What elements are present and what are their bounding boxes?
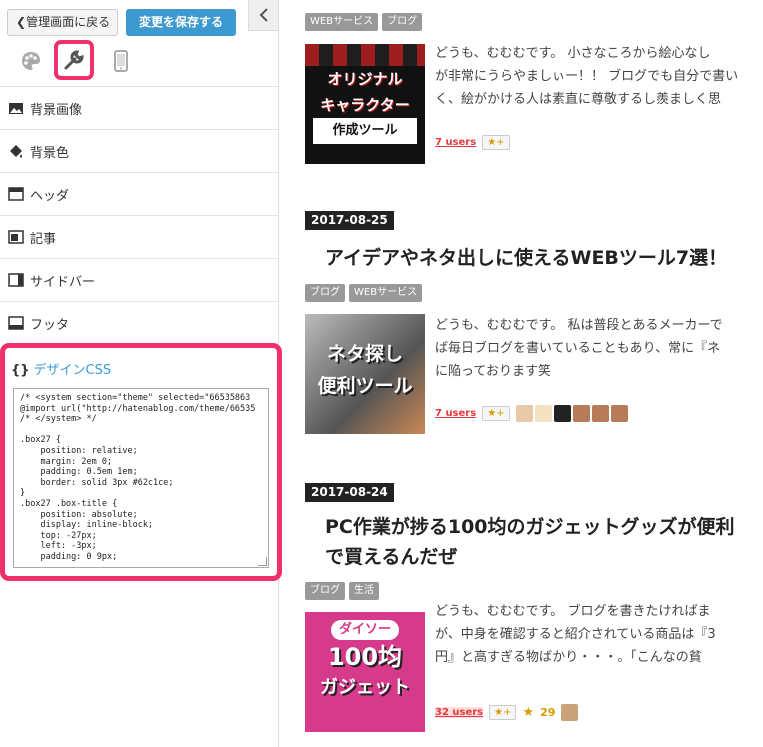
post-thumbnail[interactable]: ネタ探し 便利ツール [305,314,425,434]
section-label: ヘッダ [30,188,70,204]
chevron-left-icon [259,8,268,22]
thumb-text: キャラクター [320,96,410,114]
excerpt-line: が非常にうらやましぃー！！ ブログでも自分で書い [435,69,739,84]
add-star-button[interactable]: ★+ [482,135,510,150]
avatar[interactable] [553,405,571,422]
avatar[interactable] [561,704,579,721]
post-date: 2017-08-24 [305,483,394,502]
post-excerpt: どうも、むむむです。 ブログを書きたければま が、中身を確認すると紹介されている… [435,600,763,669]
tag-link[interactable]: ブログ [305,284,345,302]
section-label: サイドバー [30,274,96,290]
tag-link[interactable]: WEBサービス [305,13,379,31]
wrench-icon [64,50,84,70]
section-label: 背景画像 [30,102,83,118]
design-css-label: デザインCSS [33,363,112,378]
thumb-text: 便利ツール [317,375,413,397]
post-excerpt: どうも、むむむです。 私は普段とあるメーカーで ば毎日ブログを書いていることもあ… [435,314,763,383]
section-background-image[interactable]: 背景画像 [0,86,278,129]
paint-bucket-icon [10,145,22,158]
thumb-text: ガジェット [320,677,410,698]
star-count[interactable]: 29 [540,706,555,719]
thumb-text: ダイソー [330,620,399,640]
tag-link[interactable]: ブログ [382,13,423,31]
excerpt-line: どうも、むむむです。 小さなころから絵心なし [435,46,711,61]
section-background-color[interactable]: 背景色 [0,129,278,172]
star-avatars [515,405,628,422]
post-thumbnail[interactable]: ダイソー 100均 ガジェット [305,612,425,732]
post-tags: WEBサービス ブログ [305,13,423,31]
post-meta: 7 users ★+ [435,405,628,422]
smartphone-icon [114,50,128,72]
article-list: WEBサービス ブログ オリジナル キャラクター 作成ツール どうも、むむむです… [279,0,763,747]
back-label: 管理画面に戻る [26,15,111,29]
post-tags: ブログ 生活 [305,582,379,600]
avatar[interactable] [534,405,552,422]
css-editor-textarea[interactable]: /* <system section="theme" selected="665… [13,388,269,568]
braces-icon: {} [11,363,30,378]
star-icon: ★ [522,705,535,720]
header-layout-icon [8,187,24,201]
tag-link[interactable]: ブログ [305,582,345,600]
tag-link[interactable]: 生活 [349,582,379,600]
post-title[interactable]: アイデアやネタ出しに使えるWEBツール7選！ [325,243,727,273]
section-header[interactable]: ヘッダ [0,172,278,215]
tab-mobile[interactable] [104,44,138,78]
image-icon [9,103,23,114]
title-line: PC作業が捗る100均のガジェットグッズが便利 [325,516,735,538]
tag-link[interactable]: WEBサービス [349,284,423,302]
post-meta: 7 users ★+ [435,135,510,150]
excerpt-line: く、絵がかける人は素直に尊敬するし羨ましく思 [435,92,722,107]
thumb-text: オリジナル [327,70,403,88]
post-date: 2017-08-25 [305,211,394,230]
bookmark-users-link[interactable]: 7 users [435,408,476,419]
chevron-left-icon: ❮ [16,15,27,29]
post-title[interactable]: PC作業が捗る100均のガジェットグッズが便利 で買えるんだぜ [325,512,735,572]
excerpt-line: 円』と高すぎる物ばかり・・・。「こんなの貧 [435,650,702,665]
tab-design[interactable] [54,40,94,80]
add-star-button[interactable]: ★+ [489,705,517,720]
thumb-text: 100均 [327,643,403,671]
excerpt-line: ば毎日ブログを書いていることもあり、常に『ネ [435,341,721,356]
resize-handle[interactable] [258,557,267,566]
section-label: フッタ [30,317,70,333]
thumb-text: 作成ツール [313,118,417,144]
avatar[interactable] [572,405,590,422]
avatar[interactable] [591,405,609,422]
tab-theme[interactable] [14,44,48,78]
excerpt-line: どうも、むむむです。 ブログを書きたければま [435,604,711,619]
post-meta: 32 users ★+ ★ 29 [435,704,579,721]
thumb-text: ネタ探し [326,343,403,365]
excerpt-line: どうも、むむむです。 私は普段とあるメーカーで [435,318,723,333]
collapse-panel-button[interactable] [248,0,278,31]
add-star-button[interactable]: ★+ [482,406,510,421]
back-to-admin-button[interactable]: ❮管理画面に戻る [7,9,118,36]
design-css-section: {} デザインCSS /* <system section="theme" sel… [0,343,282,581]
section-article[interactable]: 記事 [0,215,278,258]
section-label: 記事 [30,231,57,247]
post-thumbnail[interactable]: オリジナル キャラクター 作成ツール [305,44,425,164]
section-footer[interactable]: フッタ [0,301,278,344]
customize-panel: ❮管理画面に戻る 変更を保存する 背景画像 背景色 ヘッダ 記事 サイドバー フ… [0,0,282,747]
save-changes-button[interactable]: 変更を保存する [126,9,236,36]
post-tags: ブログ WEBサービス [305,284,423,302]
css-code: /* <system section="theme" selected="665… [20,393,256,562]
section-label: 背景色 [30,145,70,161]
design-css-title: {} デザインCSS [11,359,111,378]
excerpt-line: に陥っております笑 [435,364,551,379]
article-layout-icon [8,230,24,244]
excerpt-line: が、中身を確認すると紹介されている商品は『3 [435,627,716,642]
title-line: で買えるんだぜ [325,546,458,568]
section-sidebar[interactable]: サイドバー [0,258,278,301]
post-excerpt: どうも、むむむです。 小さなころから絵心なし が非常にうらやましぃー！！ ブログ… [435,42,763,111]
bookmark-users-link[interactable]: 7 users [435,137,476,148]
avatar[interactable] [610,405,628,422]
footer-layout-icon [8,316,24,330]
avatar[interactable] [515,405,533,422]
bookmark-users-link[interactable]: 32 users [435,707,484,718]
sidebar-layout-icon [8,273,24,287]
palette-icon [22,52,40,70]
